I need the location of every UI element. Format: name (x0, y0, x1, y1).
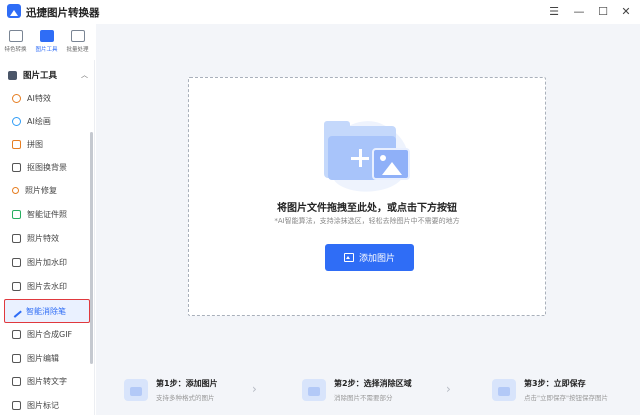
sidebar-item-photo-effect[interactable]: 照片特效 (6, 228, 89, 248)
step-save-icon (492, 378, 516, 401)
mark-icon (12, 400, 21, 410)
drop-zone-title: 将图片文件拖拽至此处，或点击下方按钮 (277, 203, 457, 214)
sidebar-item-label: 图片转文字 (27, 376, 67, 386)
step-select-area-icon (302, 378, 326, 401)
id-photo-icon (12, 209, 21, 219)
sidebar-item-label: 智能消除笔 (26, 306, 66, 316)
sidebar-item-label: AI绘画 (27, 116, 51, 126)
chevron-right-icon: › (446, 382, 451, 396)
sidebar-item-eraser-pen[interactable]: 智能消除笔 (4, 299, 90, 323)
image-tools-icon (39, 30, 54, 42)
sidebar-item-edit[interactable]: 图片编辑 (6, 348, 89, 368)
sidebar-item-collage[interactable]: 拼图 (6, 134, 89, 154)
tab-image-tools[interactable]: 图片工具 (31, 24, 62, 60)
tab-batch-process[interactable]: 批量处理 (62, 24, 93, 60)
sidebar: 图片工具 ︿ AI特效 AI绘画 拼图 抠图换背景 照片修复 智能证件照 照片特… (0, 60, 95, 415)
sidebar-item-label: AI特效 (27, 93, 51, 103)
add-image-button[interactable]: 添加图片 (325, 244, 414, 271)
special-convert-icon (8, 30, 23, 42)
app-logo-icon (7, 4, 21, 18)
menu-icon[interactable]: ☰ (545, 3, 563, 21)
sidebar-item-ai-paint[interactable]: AI绘画 (6, 111, 89, 131)
image-icon (343, 253, 354, 262)
tab-label: 批量处理 (66, 47, 89, 53)
step-add-image-icon (124, 378, 148, 401)
sidebar-item-label: 拼图 (27, 139, 43, 149)
sidebar-item-label: 照片特效 (27, 233, 59, 243)
gif-icon (12, 329, 21, 339)
main-area: 将图片文件拖拽至此处，或点击下方按钮 *AI智能算法，支持涂抹选区，轻松去除图片… (96, 24, 640, 415)
photo-icon (372, 148, 410, 180)
sidebar-item-ai-effect[interactable]: AI特效 (6, 88, 89, 108)
step-title: 第2步：选择消除区域 (334, 378, 412, 388)
sidebar-item-label: 图片合成GIF (27, 329, 73, 339)
sidebar-scrollbar[interactable] (90, 132, 93, 364)
edit-icon (12, 353, 21, 363)
step-1: 第1步：添加图片 支持多种格式的图片 (124, 364, 218, 415)
ocr-icon (12, 376, 21, 386)
sidebar-item-ocr[interactable]: 图片转文字 (6, 371, 89, 391)
ai-paint-icon (12, 116, 21, 126)
photo-mountain (382, 162, 402, 175)
step-title: 第3步：立即保存 (524, 378, 586, 388)
sidebar-item-mark[interactable]: 图片标记 (6, 395, 89, 415)
sidebar-section-header[interactable]: 图片工具 ︿ (8, 68, 88, 82)
sidebar-section-title: 图片工具 (23, 71, 58, 81)
cutout-icon (12, 162, 21, 172)
plus-icon-vertical (358, 149, 362, 167)
mode-tabs: 特色转换 图片工具 批量处理 (0, 24, 95, 60)
sidebar-item-label: 图片去水印 (27, 281, 67, 291)
folder-image-icon (324, 118, 414, 192)
sidebar-item-cutout[interactable]: 抠图换背景 (6, 157, 89, 177)
minimize-icon[interactable]: — (570, 3, 588, 21)
sidebar-item-id-photo[interactable]: 智能证件照 (6, 204, 89, 224)
add-watermark-icon (12, 257, 21, 267)
tab-special-convert[interactable]: 特色转换 (0, 24, 31, 60)
sidebar-item-label: 抠图换背景 (27, 162, 67, 172)
step-desc: 支持多种格式的图片 (156, 393, 215, 402)
sidebar-item-label: 图片编辑 (27, 353, 59, 363)
batch-process-icon (70, 30, 85, 42)
chevron-up-icon: ︿ (81, 71, 88, 79)
close-icon[interactable]: ✕ (617, 3, 635, 21)
sidebar-item-label: 照片修复 (25, 185, 57, 195)
tab-label: 特色转换 (4, 47, 27, 53)
step-desc: 点击"立即保存"按钮保存图片 (524, 393, 608, 402)
chevron-right-icon: › (252, 382, 257, 396)
step-title: 第1步：添加图片 (156, 378, 218, 388)
photo-repair-icon (12, 186, 19, 194)
ai-effect-icon (12, 93, 21, 103)
tab-label: 图片工具 (35, 47, 58, 53)
add-image-button-label: 添加图片 (358, 254, 395, 264)
sidebar-item-label: 图片标记 (27, 400, 59, 410)
sidebar-item-gif[interactable]: 图片合成GIF (6, 324, 89, 344)
collage-icon (12, 139, 21, 149)
eraser-pen-icon (9, 304, 22, 318)
photo-sun (380, 155, 386, 161)
title-bar: 迅捷图片转换器 ☰ — ☐ ✕ (0, 0, 640, 24)
step-desc: 消除图片不需要部分 (334, 393, 393, 402)
sidebar-item-label: 图片加水印 (27, 257, 67, 267)
step-3: 第3步：立即保存 点击"立即保存"按钮保存图片 (492, 364, 608, 415)
step-2: 第2步：选择消除区域 消除图片不需要部分 (302, 364, 412, 415)
remove-watermark-icon (12, 281, 21, 291)
app-title: 迅捷图片转换器 (26, 7, 100, 19)
photo-effect-icon (12, 233, 21, 243)
sidebar-item-photo-repair[interactable]: 照片修复 (6, 180, 89, 200)
drop-zone[interactable]: 将图片文件拖拽至此处，或点击下方按钮 *AI智能算法，支持涂抹选区，轻松去除图片… (188, 77, 546, 316)
image-tools-section-icon (8, 70, 17, 80)
steps-bar: 第1步：添加图片 支持多种格式的图片 › 第2步：选择消除区域 消除图片不需要部… (96, 364, 640, 415)
drop-zone-subtitle: *AI智能算法，支持涂抹选区，轻松去除图片中不需要的地方 (274, 217, 460, 225)
sidebar-item-add-watermark[interactable]: 图片加水印 (6, 252, 89, 272)
sidebar-item-remove-watermark[interactable]: 图片去水印 (6, 276, 89, 296)
sidebar-item-label: 智能证件照 (27, 209, 67, 219)
maximize-icon[interactable]: ☐ (594, 3, 612, 21)
